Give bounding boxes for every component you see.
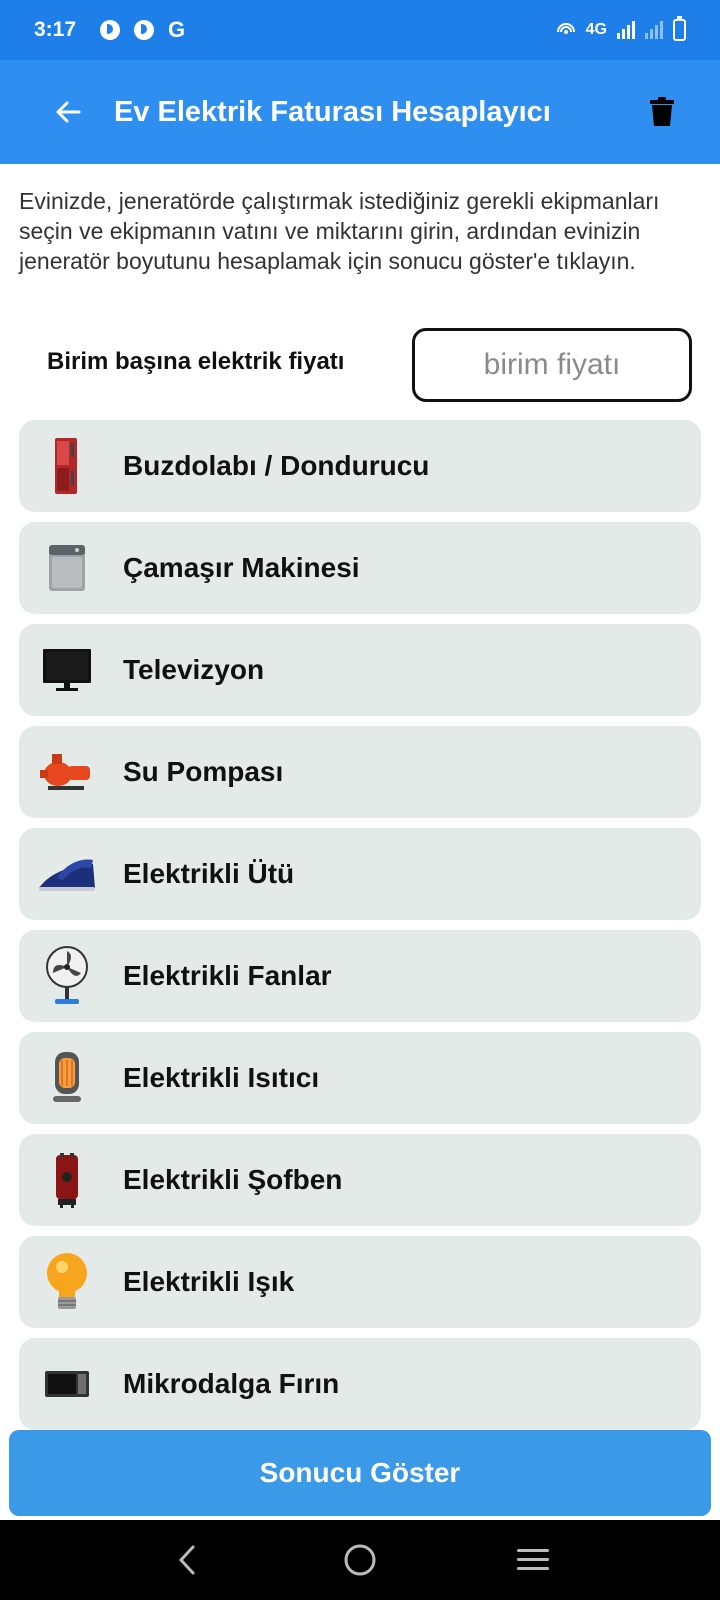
status-bar: 3:17 G 4G xyxy=(0,0,720,60)
appliance-label: Elektrikli Işık xyxy=(123,1266,295,1297)
appliance-label: Elektrikli Şofben xyxy=(123,1164,343,1195)
fan-icon xyxy=(37,944,97,1008)
water-pump-icon xyxy=(37,740,97,804)
appliance-label: Çamaşır Makinesi xyxy=(123,552,360,583)
signal-icon xyxy=(617,21,635,39)
appliance-label: Elektrikli Fanlar xyxy=(123,960,332,991)
nav-back-button[interactable] xyxy=(157,1530,217,1590)
appliance-label: Su Pompası xyxy=(123,756,284,787)
microwave-icon xyxy=(37,1352,97,1416)
appliance-item-iron[interactable]: Elektrikli Ütü xyxy=(19,828,701,920)
arrow-left-icon xyxy=(56,101,81,123)
intro-text: Evinizde, jeneratörde çalıştırmak istedi… xyxy=(19,188,660,274)
price-row: Birim başına elektrik fiyatı xyxy=(0,326,720,402)
home-circle-icon xyxy=(344,1544,376,1576)
show-result-button[interactable]: Sonucu Göster xyxy=(9,1430,711,1516)
nav-home-button[interactable] xyxy=(330,1530,390,1590)
appliance-item-microwave[interactable]: Mikrodalga Fırın xyxy=(19,1338,701,1430)
appliance-label: Televizyon xyxy=(123,654,265,685)
appliance-label: Elektrikli Ütü xyxy=(123,858,295,889)
appliance-list: Buzdolabı / Dondurucu Çamaşır Makinesi T… xyxy=(19,420,701,1440)
appliance-label: Buzdolabı / Dondurucu xyxy=(123,450,430,481)
notification-app-icon xyxy=(100,20,121,40)
appliance-item-light[interactable]: Elektrikli Işık xyxy=(19,1236,701,1328)
notification-app-icon xyxy=(134,20,155,40)
chevron-left-icon xyxy=(178,1545,195,1575)
appliance-item-water-pump[interactable]: Su Pompası xyxy=(19,726,701,818)
water-heater-icon xyxy=(37,1148,97,1212)
iron-icon xyxy=(37,842,97,906)
battery-icon xyxy=(673,16,686,41)
washing-machine-icon xyxy=(37,536,97,600)
trash-icon xyxy=(650,97,674,126)
delete-button[interactable] xyxy=(638,88,686,136)
appliance-item-fridge[interactable]: Buzdolabı / Dondurucu xyxy=(19,420,701,512)
page-title: Ev Elektrik Faturası Hesaplayıcı xyxy=(114,95,551,128)
appliance-item-heater[interactable]: Elektrikli Isıtıcı xyxy=(19,1032,701,1124)
appliance-label: Mikrodalga Fırın xyxy=(123,1368,340,1399)
status-time: 3:17 xyxy=(34,18,77,41)
hotspot-icon xyxy=(556,23,575,34)
menu-lines-icon xyxy=(517,1549,550,1570)
unit-price-input[interactable] xyxy=(412,328,692,402)
appliance-item-washing-machine[interactable]: Çamaşır Makinesi xyxy=(19,522,701,614)
google-icon: G xyxy=(168,17,186,42)
back-button[interactable] xyxy=(40,84,96,140)
price-label: Birim başına elektrik fiyatı xyxy=(47,348,345,375)
appliance-item-water-heater[interactable]: Elektrikli Şofben xyxy=(19,1134,701,1226)
tv-icon xyxy=(37,638,97,702)
signal-icon-secondary xyxy=(645,21,663,39)
app-bar: Ev Elektrik Faturası Hesaplayıcı xyxy=(0,60,720,164)
network-type: 4G xyxy=(585,21,607,38)
light-bulb-icon xyxy=(37,1250,97,1314)
system-nav-bar xyxy=(0,1520,720,1600)
appliance-item-tv[interactable]: Televizyon xyxy=(19,624,701,716)
appliance-label: Elektrikli Isıtıcı xyxy=(123,1062,320,1093)
heater-icon xyxy=(37,1046,97,1110)
fridge-icon xyxy=(37,434,97,498)
nav-recents-button[interactable] xyxy=(503,1530,563,1590)
appliance-item-fan[interactable]: Elektrikli Fanlar xyxy=(19,930,701,1022)
